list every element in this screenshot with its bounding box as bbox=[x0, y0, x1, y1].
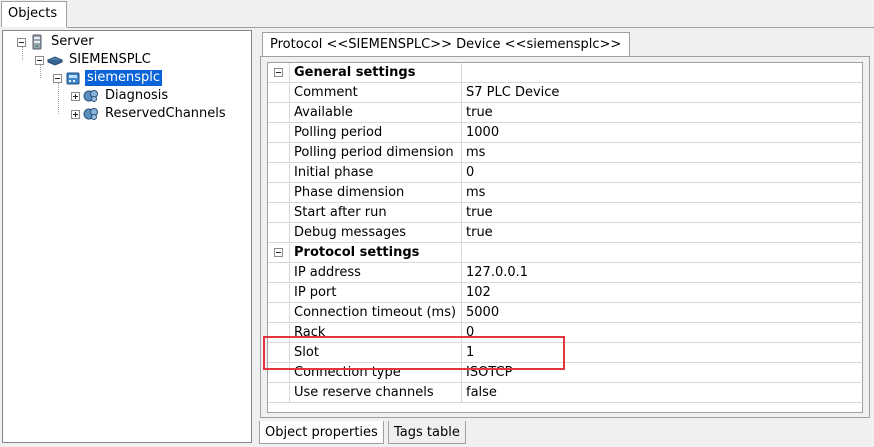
property-value[interactable]: 5000 bbox=[462, 303, 864, 322]
property-name: Available bbox=[290, 103, 462, 122]
tree-item-reservedchannels[interactable]: ReservedChannels bbox=[71, 105, 228, 123]
tree-item-siemensplc-device[interactable]: siemensplc bbox=[53, 69, 163, 87]
collapse-icon[interactable] bbox=[274, 68, 283, 77]
channels-icon bbox=[83, 106, 99, 122]
property-name: Use reserve channels bbox=[290, 383, 462, 402]
property-name: Polling period bbox=[290, 123, 462, 142]
property-value[interactable]: 1000 bbox=[462, 123, 864, 142]
property-row[interactable]: IP port 102 bbox=[268, 283, 864, 303]
property-value[interactable]: ms bbox=[462, 143, 864, 162]
property-row[interactable]: Connection timeout (ms) 5000 bbox=[268, 303, 864, 323]
property-value[interactable]: S7 PLC Device bbox=[462, 83, 864, 102]
property-value[interactable]: false bbox=[462, 383, 864, 402]
property-name: IP address bbox=[290, 263, 462, 282]
property-value[interactable]: true bbox=[462, 203, 864, 222]
property-value[interactable]: true bbox=[462, 223, 864, 242]
object-tree[interactable]: Server SIEMENSPLC siemensplc Diagnosis R… bbox=[2, 30, 252, 443]
tab-objects[interactable]: Objects bbox=[1, 1, 67, 27]
property-value[interactable]: ms bbox=[462, 183, 864, 202]
property-row[interactable]: Polling period dimension ms bbox=[268, 143, 864, 163]
expand-icon[interactable] bbox=[71, 109, 80, 119]
tree-item-server[interactable]: Server bbox=[17, 33, 96, 51]
server-icon bbox=[29, 34, 45, 50]
property-name: Polling period dimension bbox=[290, 143, 462, 162]
property-value[interactable]: true bbox=[462, 103, 864, 122]
highlight-box bbox=[263, 336, 565, 370]
collapse-icon[interactable] bbox=[274, 248, 283, 257]
channels-icon bbox=[83, 88, 99, 104]
tree-label: SIEMENSPLC bbox=[69, 52, 151, 67]
property-name: Initial phase bbox=[290, 163, 462, 182]
collapse-icon[interactable] bbox=[17, 37, 26, 47]
collapse-icon[interactable] bbox=[53, 73, 62, 83]
property-row[interactable]: Comment S7 PLC Device bbox=[268, 83, 864, 103]
property-row[interactable]: Phase dimension ms bbox=[268, 183, 864, 203]
expand-icon[interactable] bbox=[71, 91, 80, 101]
protocol-icon bbox=[46, 52, 64, 68]
objects-tab-strip: Objects bbox=[0, 0, 874, 28]
property-row[interactable]: Use reserve channels false bbox=[268, 383, 864, 403]
tab-tags-table[interactable]: Tags table bbox=[388, 421, 466, 444]
tab-object-properties[interactable]: Object properties bbox=[259, 421, 384, 444]
tree-label: ReservedChannels bbox=[105, 106, 226, 121]
property-name: Start after run bbox=[290, 203, 462, 222]
property-row[interactable]: Start after run true bbox=[268, 203, 864, 223]
section-title: Protocol settings bbox=[290, 243, 462, 262]
collapse-icon[interactable] bbox=[35, 55, 44, 65]
property-name: Comment bbox=[290, 83, 462, 102]
property-name: Connection timeout (ms) bbox=[290, 303, 462, 322]
property-row[interactable]: IP address 127.0.0.1 bbox=[268, 263, 864, 283]
tab-protocol-device[interactable]: Protocol <<SIEMENSPLC>> Device <<siemens… bbox=[262, 32, 631, 57]
property-row[interactable]: Polling period 1000 bbox=[268, 123, 864, 143]
property-name: IP port bbox=[290, 283, 462, 302]
device-icon bbox=[65, 70, 81, 86]
section-title: General settings bbox=[290, 63, 462, 82]
property-value[interactable]: 127.0.0.1 bbox=[462, 263, 864, 282]
property-row[interactable]: Debug messages true bbox=[268, 223, 864, 243]
tree-item-siemensplc-protocol[interactable]: SIEMENSPLC bbox=[35, 51, 153, 69]
tree-label-selected: siemensplc bbox=[85, 70, 163, 86]
property-row[interactable]: Available true bbox=[268, 103, 864, 123]
tree-item-diagnosis[interactable]: Diagnosis bbox=[71, 87, 170, 105]
section-general-settings[interactable]: General settings bbox=[268, 63, 864, 83]
tab-strip-divider bbox=[67, 27, 874, 28]
tree-label: Server bbox=[51, 34, 94, 49]
tree-label: Diagnosis bbox=[105, 88, 169, 103]
property-name: Phase dimension bbox=[290, 183, 462, 202]
property-value[interactable]: 0 bbox=[462, 163, 864, 182]
property-name: Debug messages bbox=[290, 223, 462, 242]
section-protocol-settings[interactable]: Protocol settings bbox=[268, 243, 864, 263]
property-value[interactable]: 102 bbox=[462, 283, 864, 302]
property-row[interactable]: Initial phase 0 bbox=[268, 163, 864, 183]
